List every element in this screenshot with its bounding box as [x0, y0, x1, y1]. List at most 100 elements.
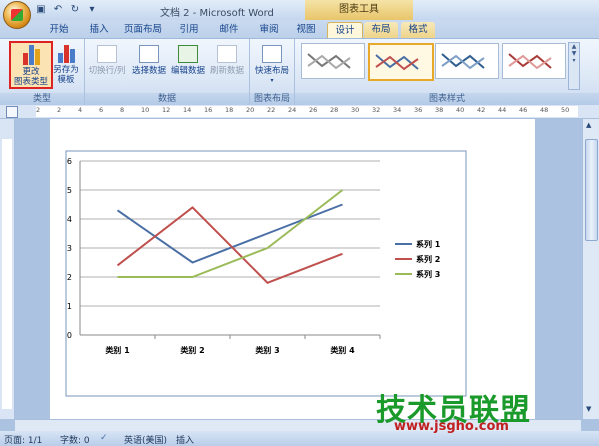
- chart-style-3[interactable]: [435, 43, 499, 79]
- ruler-number: 44: [498, 106, 507, 114]
- y-tick-label: 5: [67, 186, 72, 195]
- status-mode[interactable]: 插入: [176, 433, 194, 446]
- switch-row-column-label: 切换行/列: [88, 66, 126, 76]
- tab-page-layout[interactable]: 页面布局: [122, 22, 164, 38]
- ruler-number: 48: [540, 106, 549, 114]
- group-chart-layout-label: 图表布局: [250, 93, 294, 105]
- y-tick-label: 3: [67, 244, 72, 253]
- quick-access-toolbar: ▣ ↶ ↻ ▾: [34, 3, 99, 16]
- chart-style-2[interactable]: [368, 43, 434, 81]
- ruler-number: 14: [183, 106, 192, 114]
- group-data: 切换行/列 选择数据 编辑数据 刷新数据 数据: [85, 39, 250, 105]
- ruler-number: 28: [330, 106, 339, 114]
- change-chart-type-button[interactable]: 更改 图表类型: [9, 41, 53, 89]
- chart-style-4[interactable]: [502, 43, 566, 79]
- ruler-number: 38: [435, 106, 444, 114]
- tab-layout[interactable]: 布局: [364, 22, 398, 38]
- y-tick-label: 1: [67, 302, 72, 311]
- chart-style-4-icon: [508, 53, 552, 70]
- edit-data-button[interactable]: 编辑数据: [169, 41, 207, 76]
- status-language[interactable]: 英语(美国): [124, 433, 167, 446]
- y-tick-label: 4: [67, 215, 72, 224]
- switch-row-column-icon: [97, 45, 117, 63]
- x-tick-label: 类别 3: [255, 345, 279, 355]
- page[interactable]: 0 1 2 3 4 5 6 类别 1 类别 2 类别 3 类别 4 系列 1 系列 2 系列 3: [50, 119, 535, 419]
- chart-style-2-icon: [375, 54, 419, 71]
- vertical-ruler-strip: [2, 139, 12, 409]
- x-tick-label: 类别 2: [180, 345, 204, 355]
- ruler-number: 24: [288, 106, 297, 114]
- select-data-icon: [139, 45, 159, 63]
- group-chart-styles: ▲ ▼ ▾ 图表样式: [295, 39, 599, 105]
- y-tick-label: 6: [67, 157, 72, 166]
- refresh-data-label: 刷新数据: [209, 66, 244, 76]
- scroll-thumb[interactable]: [585, 139, 598, 241]
- tab-review[interactable]: 审阅: [254, 22, 284, 38]
- styles-gallery-scroll[interactable]: ▲ ▼ ▾: [568, 42, 580, 90]
- redo-icon[interactable]: ↻: [68, 3, 82, 16]
- save-template-icon: [55, 41, 77, 63]
- ruler-number: 42: [477, 106, 486, 114]
- office-button[interactable]: [3, 1, 31, 29]
- ruler-number: 12: [162, 106, 171, 114]
- ribbon-tabs: 开始 插入 页面布局 引用 邮件 审阅 视图 设计 布局 格式: [0, 20, 599, 39]
- change-chart-type-label: 更改 图表类型: [13, 67, 48, 87]
- qat-dropdown-icon[interactable]: ▾: [85, 3, 99, 16]
- office-logo-icon: [11, 9, 23, 21]
- status-page[interactable]: 页面: 1/1: [4, 433, 42, 446]
- group-chart-layout: 快速布局 ▾ 图表布局: [250, 39, 295, 105]
- ruler-number: 4: [78, 106, 83, 114]
- status-words[interactable]: 字数: 0: [60, 433, 90, 446]
- group-type-label: 类型: [0, 93, 84, 105]
- ruler-number: 34: [393, 106, 402, 114]
- legend-label: 系列 3: [416, 269, 440, 279]
- tab-format[interactable]: 格式: [401, 22, 435, 38]
- chart-frame[interactable]: 0 1 2 3 4 5 6 类别 1 类别 2 类别 3 类别 4 系列 1 系列 2 系列 3: [50, 149, 535, 399]
- ruler-number: 8: [120, 106, 125, 114]
- chart-style-1[interactable]: [301, 43, 365, 79]
- legend-label: 系列 2: [416, 254, 440, 264]
- ruler-number: 16: [204, 106, 213, 114]
- scroll-down-icon[interactable]: ▼: [569, 50, 579, 57]
- vertical-scrollbar[interactable]: ▲ ▼: [582, 119, 599, 419]
- select-data-button[interactable]: 选择数据: [130, 41, 168, 76]
- window-title: 文档 2 - Microsoft Word: [160, 8, 274, 19]
- tab-references[interactable]: 引用: [174, 22, 204, 38]
- ruler-number: 30: [351, 106, 360, 114]
- scroll-up-icon[interactable]: ▲: [569, 43, 579, 50]
- ruler-number: 2: [36, 106, 41, 114]
- save-template-label: 另存为 模板: [53, 65, 79, 85]
- refresh-data-icon: [217, 45, 237, 63]
- refresh-data-button[interactable]: 刷新数据: [208, 41, 246, 76]
- save-icon[interactable]: ▣: [34, 3, 48, 16]
- scroll-down-arrow-icon[interactable]: ▼: [586, 405, 591, 413]
- ruler-number: 26: [309, 106, 318, 114]
- tab-insert[interactable]: 插入: [84, 22, 114, 38]
- vertical-ruler: [0, 119, 15, 419]
- tab-design[interactable]: 设计: [327, 22, 363, 39]
- spellcheck-icon[interactable]: ✓: [100, 433, 108, 443]
- ruler-number: 22: [267, 106, 276, 114]
- quick-layout-icon: [262, 45, 282, 63]
- horizontal-ruler: 2 2 4 6 8 10 12 14 16 18 20 22 24 26 28 30 32 34 36 38 40 42 4…: [0, 105, 599, 119]
- x-tick-label: 类别 4: [330, 345, 355, 355]
- switch-row-column-button[interactable]: 切换行/列: [87, 41, 127, 76]
- quick-layout-button[interactable]: 快速布局 ▾: [252, 41, 292, 86]
- scroll-up-arrow-icon[interactable]: ▲: [586, 121, 591, 129]
- tab-mailings[interactable]: 邮件: [214, 22, 244, 38]
- quick-layout-dropdown-icon: ▾: [270, 77, 274, 84]
- chart-style-3-icon: [441, 53, 485, 70]
- group-data-label: 数据: [85, 93, 249, 105]
- document-area: 0 1 2 3 4 5 6 类别 1 类别 2 类别 3 类别 4 系列 1 系列 2 系列 3: [15, 119, 581, 419]
- undo-icon[interactable]: ↶: [51, 3, 65, 16]
- ruler-number: 10: [141, 106, 150, 114]
- tab-view[interactable]: 视图: [291, 22, 321, 38]
- edit-data-label: 编辑数据: [170, 66, 205, 76]
- more-icon[interactable]: ▾: [569, 57, 579, 64]
- ruler-number: 18: [225, 106, 234, 114]
- title-bar: ▣ ↶ ↻ ▾ 文档 2 - Microsoft Word 图表工具: [0, 0, 599, 29]
- save-template-button[interactable]: 另存为 模板: [52, 41, 80, 85]
- tab-selector-icon[interactable]: [6, 106, 18, 118]
- tab-home[interactable]: 开始: [44, 22, 74, 38]
- y-tick-label: 2: [67, 273, 72, 282]
